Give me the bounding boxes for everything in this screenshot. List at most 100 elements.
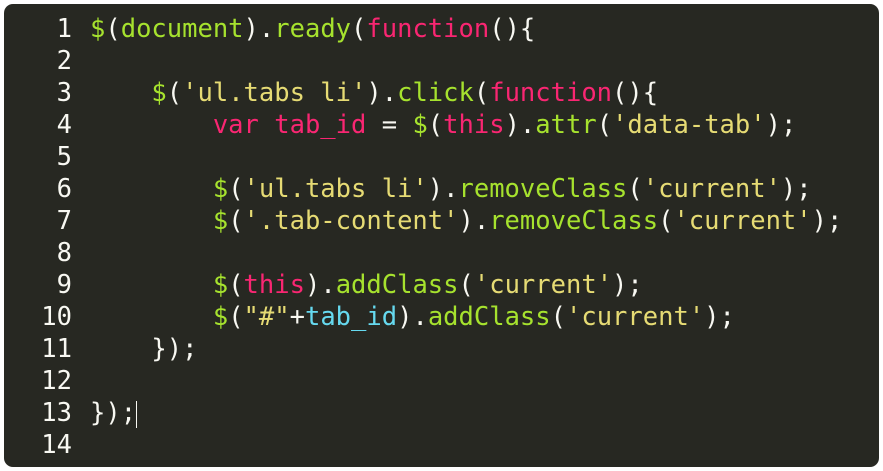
- line-number: 2: [56, 46, 72, 76]
- code-token-plain: (: [228, 206, 244, 236]
- code-line[interactable]: 7 $('.tab-content').removeClass('current…: [4, 205, 879, 237]
- code-token-plain: (: [658, 206, 674, 236]
- code-token-plain: (: [596, 110, 613, 140]
- code-token-plain: );: [780, 174, 812, 204]
- code-token-keyword: function: [489, 78, 613, 108]
- code-token-string: 'current': [642, 174, 781, 204]
- code-token-plain: });: [151, 334, 198, 364]
- code-token-function-call: addClass: [427, 302, 551, 332]
- code-token-plain: ).: [243, 14, 275, 44]
- code-token-function-call: ready: [274, 14, 352, 44]
- line-number: 1: [56, 14, 72, 44]
- line-number: 4: [56, 110, 72, 140]
- code-token-plain: (: [166, 78, 183, 108]
- code-line[interactable]: 3 $('ul.tabs li').click(function(){: [4, 77, 879, 109]
- code-lines: 1 $(document).ready(function(){2 3 $('ul.t…: [4, 13, 879, 461]
- code-token-function-call: $: [212, 174, 229, 204]
- line-number: 3: [56, 78, 72, 108]
- line-number: 9: [56, 270, 72, 300]
- line-number: 6: [56, 174, 72, 204]
- line-number: 8: [56, 238, 72, 268]
- code-line[interactable]: 10 $("#"+tab_id).addClass('current');: [4, 301, 879, 333]
- code-line[interactable]: 5: [4, 141, 879, 173]
- code-line[interactable]: 9 $(this).addClass('current');: [4, 269, 879, 301]
- code-token-keyword: function: [366, 14, 490, 44]
- code-token-plain: ).: [427, 174, 459, 204]
- code-token-plain: );: [811, 206, 843, 236]
- code-token-plain: ).: [458, 206, 490, 236]
- text-cursor: [136, 400, 138, 428]
- code-line[interactable]: 8: [4, 237, 879, 269]
- code-line[interactable]: 6 $('ul.tabs li').removeClass('current')…: [4, 173, 879, 205]
- code-token-function-call: addClass: [335, 270, 459, 300]
- code-line[interactable]: 14: [4, 429, 879, 461]
- code-token-plain: (){: [489, 14, 536, 44]
- code-token-string: 'data-tab': [612, 110, 766, 140]
- code-token-plain: (){: [612, 78, 659, 108]
- line-number: 13: [41, 398, 72, 428]
- code-text[interactable]: $('ul.tabs li').removeClass('current');: [90, 173, 812, 205]
- code-token-plain: );: [612, 270, 643, 300]
- code-token-string: 'current': [673, 206, 812, 236]
- code-line[interactable]: 2: [4, 45, 879, 77]
- code-token-function-call: document: [120, 14, 244, 44]
- code-token-plain: );: [765, 110, 797, 140]
- code-token-plain: =: [366, 110, 413, 140]
- code-token-string: 'current': [473, 270, 613, 300]
- code-token-function-call: $: [212, 206, 229, 236]
- code-editor[interactable]: 1 $(document).ready(function(){2 3 $('ul.t…: [4, 4, 879, 467]
- line-number: 5: [56, 142, 72, 172]
- code-token-plain: (: [427, 110, 444, 140]
- code-token-string: 'ul.tabs li': [243, 174, 428, 204]
- code-token-plain: (: [228, 174, 244, 204]
- code-text[interactable]: $('.tab-content').removeClass('current')…: [90, 205, 843, 237]
- line-number: 10: [41, 302, 72, 332]
- code-token-plain: );: [704, 302, 735, 332]
- code-text[interactable]: });: [90, 397, 138, 429]
- code-line[interactable]: 13});: [4, 397, 879, 429]
- code-line[interactable]: 4 var tab_id = $(this).attr('data-tab');: [4, 109, 879, 141]
- code-token-plain: (: [627, 174, 643, 204]
- code-token-variable: tab_id: [304, 302, 398, 332]
- code-token-function-call: $: [151, 78, 167, 108]
- code-text[interactable]: $(this).addClass('current');: [90, 269, 643, 301]
- code-token-keyword: this: [443, 110, 505, 140]
- code-text[interactable]: });: [90, 333, 197, 365]
- line-number: 11: [41, 334, 72, 364]
- code-text[interactable]: var tab_id = $(this).attr('data-tab');: [90, 109, 797, 141]
- code-token-string: 'current': [566, 302, 705, 332]
- code-text[interactable]: $('ul.tabs li').click(function(){: [90, 77, 658, 109]
- code-token-plain: (: [228, 270, 244, 300]
- code-line[interactable]: 11 });: [4, 333, 879, 365]
- code-token-function-call: $: [90, 14, 106, 44]
- code-token-plain: ).: [304, 270, 336, 300]
- code-text[interactable]: $(document).ready(function(){: [90, 13, 535, 45]
- code-token-plain: ).: [504, 110, 536, 140]
- code-token-plain: ).: [366, 78, 398, 108]
- code-token-function-call: click: [397, 78, 474, 108]
- code-line[interactable]: 12: [4, 365, 879, 397]
- code-token-plain: (: [351, 14, 367, 44]
- line-number: 7: [56, 206, 72, 236]
- code-token-string: 'ul.tabs li': [182, 78, 367, 108]
- code-text[interactable]: $("#"+tab_id).addClass('current');: [90, 301, 735, 333]
- code-token-plain: (: [105, 14, 121, 44]
- code-token-string: '.tab-content': [243, 206, 459, 236]
- code-token-plain: +: [289, 302, 305, 332]
- code-token-plain: });: [90, 398, 137, 428]
- code-token-plain: ).: [397, 302, 428, 332]
- code-token-function-call: attr: [535, 110, 597, 140]
- code-token-plain: (: [473, 78, 490, 108]
- code-line[interactable]: 1 $(document).ready(function(){: [4, 13, 879, 45]
- code-token-plain: (: [228, 302, 244, 332]
- code-token-function-call: $: [412, 110, 428, 140]
- code-token-keyword: var: [212, 110, 259, 140]
